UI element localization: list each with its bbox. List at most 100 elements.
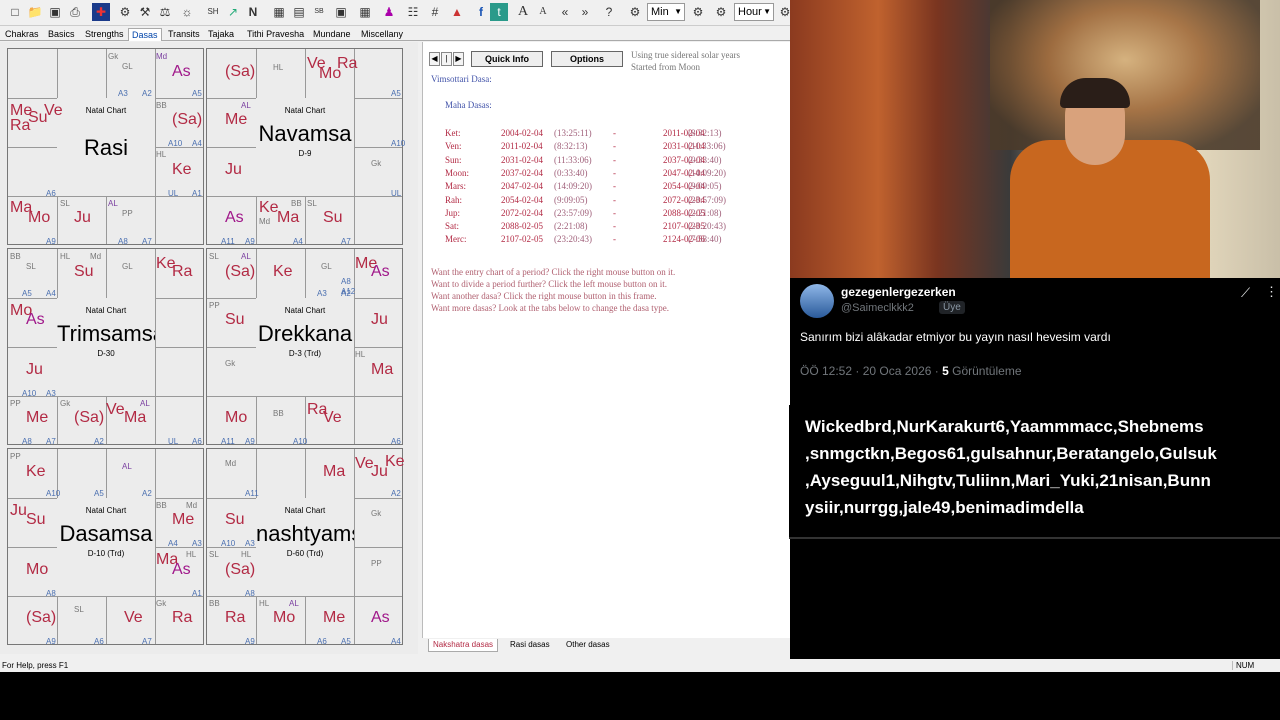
people-icon[interactable]: ♟ [380,3,398,21]
chart-line-icon[interactable]: ↗ [224,3,242,21]
save-icon[interactable]: ▣ [46,3,64,21]
min-select[interactable]: Min ▼ [647,3,685,21]
tab-rasi-dasas[interactable]: Rasi dasas [506,639,554,652]
book-icon[interactable]: ☷ [404,3,422,21]
print-icon[interactable]: ⎙ [66,3,84,21]
main-tabs: Chakras Basics Strengths Dasas Transits … [0,27,790,41]
dasamsa-chart[interactable]: Natal Chart Dasamsa D-10 (Trd) PP Ke AL A… [7,448,204,646]
dasa-cell-end-time: (23:20:43) [688,221,726,232]
tab-dasas[interactable]: Dasas [128,28,162,41]
trimsamsa-chart[interactable]: Natal Chart Trimsamsa D-30 BB SL HL Su Md G… [7,248,204,446]
animate-stop-icon[interactable]: ⚙ [712,3,730,21]
tweet-text: Sanırım bizi alâkadar etmiyor bu yayın n… [800,330,1111,344]
dasa-row[interactable]: Merc: 2107-02-05 (23:20:43) -2124-02-06 (7:5… [423,234,791,247]
tab-tajaka[interactable]: Tajaka [205,28,237,41]
dasa-note-years: Using true sidereal solar years [631,50,740,60]
dasa-cell-dash: - [613,234,616,245]
dasa-row[interactable]: Ven: 2011-02-04 (8:32:13) -2031-02-04 (11:33… [423,141,791,154]
tab-other-dasas[interactable]: Other dasas [562,639,614,652]
drekkana-chart[interactable]: Natal Chart Drekkana D-3 (Trd) SL AL (Sa) … [206,248,403,446]
navamsa-chart[interactable]: Natal Chart Navamsa D-9 (Sa) HL Ve Ra Mo A… [206,48,405,246]
chart-subtitle: D-60 (Trd) [286,549,324,558]
chart-title: Natal Chart [284,306,326,315]
n-icon[interactable]: N [244,3,262,21]
dasa-cell-name: Ven: [445,141,462,152]
grid-icon[interactable]: ▦ [270,3,288,21]
shashtyamsa-chart[interactable]: Natal Chart nashtyams D-60 (Trd) Md A11 … [206,448,405,646]
dasa-cell-name: Sun: [445,154,462,165]
chart-subtitle: D-30 [97,349,115,358]
hash-icon[interactable]: # [426,3,444,21]
tab-mundane[interactable]: Mundane [310,28,354,41]
rasi-chart[interactable]: Natal Chart Rasi Gk GL A3 A2 Md As A5 Me Su Ve… [7,48,204,246]
open-folder-icon[interactable]: 📁 [26,3,44,21]
tab-miscellany[interactable]: Miscellany [358,28,406,41]
status-help: For Help, press F1 [2,661,69,670]
animate-fwd-icon[interactable]: ⚙ [689,3,707,21]
hour-select[interactable]: Hour ▼ [734,3,774,21]
quick-info-button[interactable]: Quick Info [471,51,543,67]
dasa-row[interactable]: Moon: 2037-02-04 (0:33:40) -2047-02-04 (14:0… [423,168,791,181]
status-num: NUM [1232,661,1254,670]
dasa-row[interactable]: Rah: 2054-02-04 (9:09:05) -2072-02-04 (23:57… [423,195,791,208]
options-button[interactable]: Options [551,51,623,67]
dasa-row[interactable]: Jup: 2072-02-04 (23:57:09) -2088-02-05 (2:21… [423,208,791,221]
chart-edit-icon[interactable]: ✚ [92,3,110,21]
last-icon[interactable]: ▶ [453,52,464,66]
dasa-row[interactable]: Ket: 2004-02-04 (13:25:11) -2011-02-04 (8:32… [423,128,791,141]
dasa-cell-start-time: (14:09:20) [554,181,592,192]
calendar-icon[interactable]: ▦ [356,3,374,21]
help-icon[interactable]: ? [600,3,618,21]
twitter-icon[interactable]: t [490,3,508,21]
dasa-cell-start-time: (11:33:06) [554,154,592,165]
balance-icon[interactable]: ⚖ [156,3,174,21]
chart-name: nashtyams [256,521,354,546]
new-file-icon[interactable]: □ [6,3,24,21]
tab-nakshatra-dasas[interactable]: Nakshatra dasas [428,639,499,652]
dasa-cell-start: 2072-02-04 [501,207,543,218]
dasa-cell-end-time: (9:09:05) [688,181,722,192]
dasa-panel[interactable]: ◀ | ▶ Quick Info Options Using true side… [422,42,790,638]
font-small-icon[interactable]: A [534,3,552,21]
chart-name: Trimsamsa [57,321,155,346]
dasa-cell-start-time: (8:32:13) [554,141,588,152]
avatar [800,284,834,318]
dasa-cell-end-time: (7:58:40) [688,234,722,245]
dasa-cell-name: Sat: [445,221,460,232]
tab-strengths[interactable]: Strengths [82,28,127,41]
dasa-row[interactable]: Sat: 2088-02-05 (2:21:08) -2107-02-05 (23:20… [423,221,791,234]
chart-subtitle: D-9 [298,149,312,158]
facebook-icon[interactable]: f [472,3,490,21]
dasa-cell-end-time: (11:33:06) [688,141,726,152]
help-line-4: Want more dasas? Look at the tabs below … [431,303,669,313]
prev-icon[interactable]: « [556,3,574,21]
data-icon[interactable]: ⚙ [116,3,134,21]
first-icon[interactable]: ◀ [429,52,440,66]
dasa-cell-name: Merc: [445,234,467,245]
tab-basics[interactable]: Basics [45,28,78,41]
dasa-cell-name: Jup: [445,207,461,218]
tab-tithi-pravesha[interactable]: Tithi Pravesha [244,28,307,41]
table-icon[interactable]: ▤ [290,3,308,21]
tweet-badge: Üye [939,301,965,314]
divisional-charts-panel: Natal Chart Rasi Gk GL A3 A2 Md As A5 Me Su Ve… [0,42,418,654]
chart-title: Natal Chart [85,306,127,315]
tools-icon[interactable]: ⚒ [136,3,154,21]
pause-icon[interactable]: | [441,52,452,66]
next-icon[interactable]: » [576,3,594,21]
tab-transits[interactable]: Transits [165,28,203,41]
animate-back-icon[interactable]: ⚙ [626,3,644,21]
globe-icon[interactable]: ☼ [178,3,196,21]
dasa-cell-start: 2107-02-05 [501,234,543,245]
sh-icon[interactable]: SH [204,3,222,21]
square-icon[interactable]: ▣ [332,3,350,21]
chart-name: Dasamsa [59,521,153,546]
dasa-row[interactable]: Mars: 2047-02-04 (14:09:20) -2054-02-04 (9:0… [423,181,791,194]
sb-icon[interactable]: SB [310,3,328,21]
grok-icon: ⟋ [1241,285,1251,300]
dasa-row[interactable]: Sun: 2031-02-04 (11:33:06) -2037-02-04 (0:33… [423,155,791,168]
font-large-icon[interactable]: A [514,3,532,21]
jagannatha-hora-window: □ 📁 ▣ ⎙ ✚ ⚙ ⚒ ⚖ ☼ SH ↗ N ▦ ▤ SB ▣ ▦ ♟ ☷ … [0,0,790,672]
tab-chakras[interactable]: Chakras [2,28,42,41]
fire-icon[interactable]: ▲ [448,3,466,21]
